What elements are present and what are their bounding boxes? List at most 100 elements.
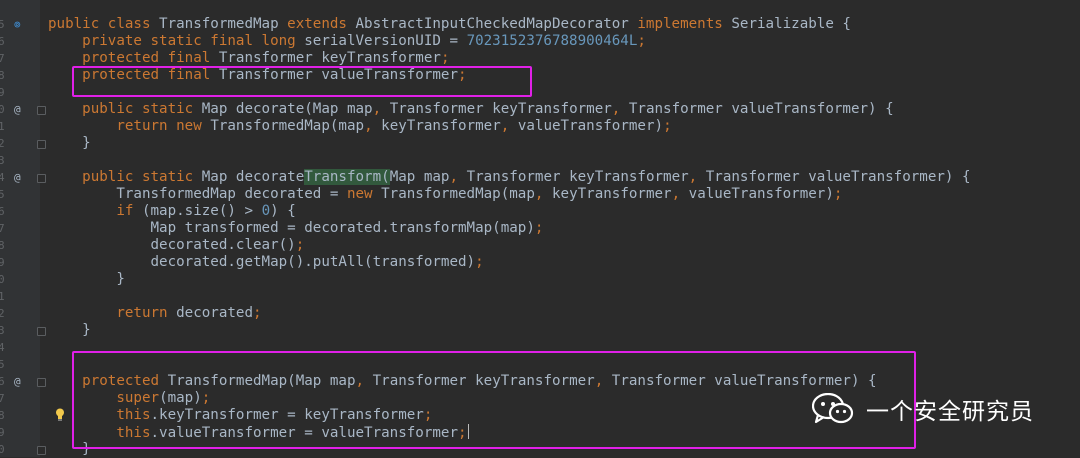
line-number: 7 [0,392,5,405]
code-token: 0 [261,203,271,219]
code-token: private static final long [82,33,305,49]
lightbulb-icon[interactable] [55,408,65,421]
code-token: Transformer valueTransformer) { [705,169,971,185]
code-token: 7023152376788900464L [466,33,638,49]
line-number: 9 [0,86,5,99]
gutter-line: 9 [0,84,40,101]
watermark-text: 一个安全研究员 [866,399,1034,425]
code-token: ; [663,118,672,134]
code-token: ; [295,237,305,253]
code-token: protected final [82,50,219,66]
line-number: 4 [0,341,5,354]
gutter-line: 9 [0,254,40,271]
code-token: ; [475,254,484,270]
fold-toggle-icon[interactable] [37,446,46,455]
code-token: , [500,118,518,134]
line-number: 0 [0,103,5,116]
gutter-line: 0 [0,271,40,288]
code-token: extends [287,16,356,32]
implements-marker-icon[interactable]: ⊚ [14,16,21,33]
code-line: if (map.size() > 0) { [48,203,295,220]
line-number: 6 [0,205,5,218]
code-token: if [116,203,142,219]
code-token: decorated [176,305,254,321]
line-number: 0 [0,273,5,286]
fold-toggle-icon[interactable] [37,140,46,149]
fold-toggle-icon[interactable] [37,378,46,387]
gutter-line: 7 [0,50,40,67]
code-token: ; [833,186,843,202]
gutter-line: 1 [0,118,40,135]
code-line: } [48,322,91,339]
code-token: ; [440,50,450,66]
code-token: public static [82,101,202,117]
code-token: , [364,118,382,134]
gutter-line: 7 [0,220,40,237]
code-token: , [372,101,390,117]
code-token: TransformedMap(map [210,118,365,134]
line-number: 6 [0,375,5,388]
line-number: 1 [0,290,5,303]
line-number: 9 [0,256,5,269]
gutter-line: 6 @ [0,373,46,390]
gutter-line: 8 [0,67,40,84]
code-token: Transformer valueTransformer) { [628,101,894,117]
line-number: 8 [0,239,5,252]
code-token: keyTransformer [551,186,672,202]
code-token: valueTransformer) [517,118,664,134]
code-token: new [346,186,382,202]
wechat-icon [812,393,854,424]
line-number: 3 [0,154,5,167]
gutter-line: 3 [0,152,40,169]
line-number: 2 [0,307,5,320]
fold-toggle-icon[interactable] [37,106,46,115]
override-marker-icon[interactable]: @ [14,373,21,390]
gutter-line: 1 [0,288,40,305]
line-number: 5 [0,18,5,31]
code-token: , [688,169,706,185]
code-token: ; [637,33,646,49]
editor-gutter: 5 ⊚ 6 7 8 9 0 @1 2 3 4 @5 6 7 8 9 0 1 2 3 4 5 6 @7 8 9 0 [0,0,46,458]
fold-toggle-icon[interactable] [37,327,46,336]
code-token: ; [253,305,262,321]
gutter-line: 4 [0,339,40,356]
gutter-line: 5 [0,186,40,203]
gutter-line: 8 [0,237,40,254]
code-token: , [449,169,467,185]
code-token: TransformedMap decorated = [48,186,347,202]
line-number: 7 [0,52,5,65]
code-line: } [48,271,125,288]
gutter-line: 0 [0,441,46,458]
code-token: AbstractInputCheckedMapDecorator [355,16,638,32]
code-token: TransformedMap(map [381,186,535,202]
fold-toggle-icon[interactable] [37,174,46,183]
override-marker-icon[interactable]: @ [14,169,21,186]
code-token: TransformedMap [159,16,288,32]
code-token: } [48,322,91,338]
code-line: protected final Transformer keyTransform… [48,50,449,67]
code-token: , [534,186,552,202]
highlight-box-constructor [72,351,916,449]
code-line: public static Map decorateTransform(Map … [48,169,971,186]
line-number: 0 [0,443,5,456]
code-token: (map.size() > [141,203,262,219]
line-number: 8 [0,409,5,422]
line-number: 7 [0,222,5,235]
code-token: Map decorate [201,169,305,185]
watermark: 一个安全研究员 [812,392,1034,426]
code-line: TransformedMap decorated = new Transform… [48,186,842,203]
code-token: return [116,305,177,321]
gutter-line: 6 [0,33,40,50]
line-number: 4 [0,171,5,184]
override-marker-icon[interactable]: @ [14,101,21,118]
gutter-line: 6 [0,203,40,220]
gutter-line: 9 [0,424,40,441]
code-token: , [611,101,629,117]
code-line: } [48,135,91,152]
code-line: return new TransformedMap(map, keyTransf… [48,118,672,135]
gutter-line: 5 [0,356,40,373]
code-token: , [671,186,689,202]
code-token: Transform( [304,169,390,185]
